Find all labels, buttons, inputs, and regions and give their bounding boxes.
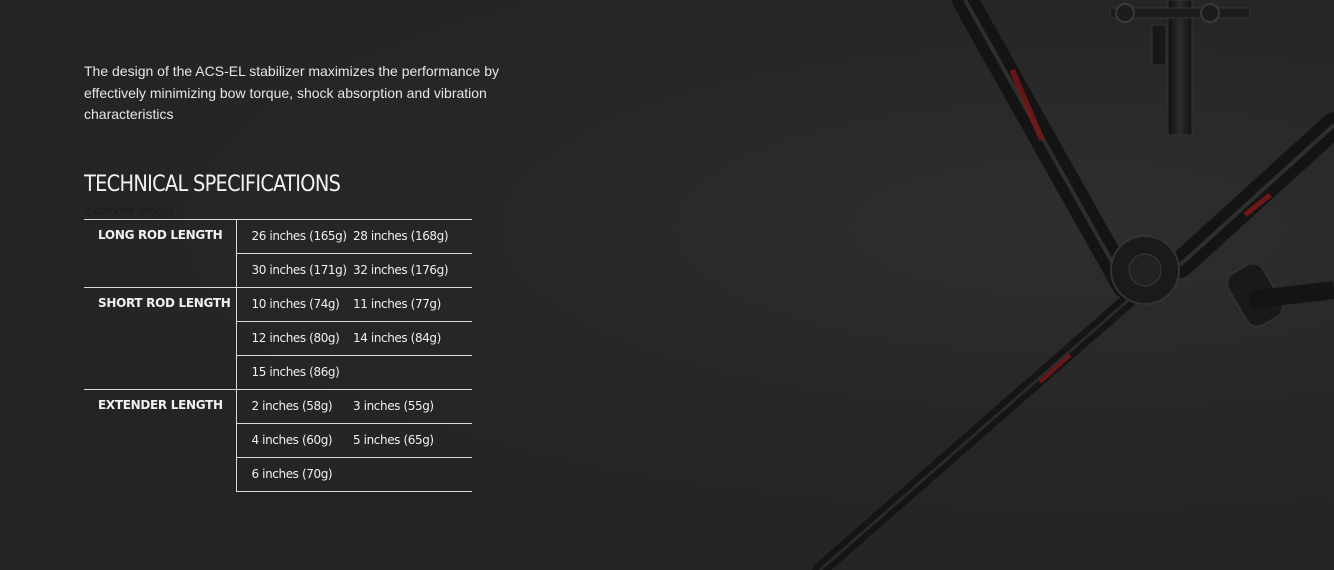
spec-value: 11 inches (77g) [353,286,472,321]
spec-value: 4 inches (60g) [236,422,353,457]
spec-group-label: EXTENDER LENGTH [84,388,237,491]
product-description: The design of the ACS-EL stabilizer maxi… [84,63,500,122]
spec-value [353,354,472,389]
spec-value: 32 inches (176g) [353,252,472,287]
spec-table: LONG ROD LENGTH 26 inches (165g) 28 inch… [84,218,472,492]
table-row: EXTENDER LENGTH 2 inches (58g) 3 inches … [84,388,472,491]
spec-value: 2 inches (58g) [236,388,353,423]
spec-value: 28 inches (168g) [353,218,472,253]
spec-group-label: SHORT ROD LENGTH [84,286,237,389]
stabilizer-product-image [812,0,1334,570]
spec-value: 10 inches (74g) [236,286,353,321]
technical-specifications-heading: TECHNICAL SPECIFICATIONS [84,171,341,197]
spec-group-label: LONG ROD LENGTH [84,218,237,287]
spec-value: 5 inches (65g) [353,422,472,457]
spec-value: 30 inches (171g) [236,252,353,287]
spec-value: 3 inches (55g) [353,388,472,423]
spec-value: 12 inches (80g) [236,320,353,355]
spec-value: 14 inches (84g) [353,320,472,355]
table-row: SHORT ROD LENGTH 10 inches (74g) 11 inch… [84,286,472,389]
spec-value: 15 inches (86g) [236,354,353,389]
table-row: LONG ROD LENGTH 26 inches (165g) 28 inch… [84,218,472,287]
spec-value: 26 inches (165g) [236,218,353,253]
spec-content: The design of the ACS-EL stabilizer maxi… [84,61,544,492]
hidden-label: extender length [84,202,174,218]
spec-value: 6 inches (70g) [236,456,353,492]
spec-value [353,456,472,492]
